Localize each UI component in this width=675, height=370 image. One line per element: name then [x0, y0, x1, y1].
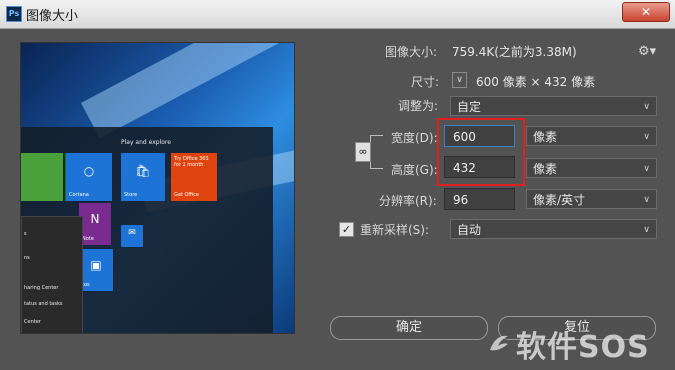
resample-checkbox[interactable]: ✓	[339, 222, 354, 237]
context-menu: s ns haring Center tatus and tasks Cente…	[21, 216, 83, 333]
resample-select[interactable]: 自动 ∨	[450, 219, 657, 239]
link-icon[interactable]: ∞	[355, 142, 371, 162]
constrain-bracket	[370, 135, 383, 169]
photoshop-icon: Ps	[6, 6, 22, 22]
tile-office: Try Office 365 for 1 month Get Office	[171, 153, 217, 201]
title-bar: Ps 图像大小 ✕	[0, 0, 675, 29]
tile-photos: ▣ tos	[79, 249, 113, 291]
photos-icon: ▣	[90, 257, 102, 272]
image-size-label: 图像大小:	[385, 45, 438, 59]
watermark-logo	[490, 335, 508, 351]
tile-game	[21, 153, 63, 201]
width-unit-select[interactable]: 像素 ∨	[526, 126, 657, 146]
store-icon: 🛍	[135, 164, 151, 179]
height-label: 高度(G):	[391, 163, 438, 177]
check-icon: ✓	[341, 223, 352, 236]
image-size-dialog: Ps 图像大小 ✕ Play and explore 👾 ○ Cortana 🛍…	[0, 0, 675, 370]
width-label: 宽度(D):	[391, 131, 438, 145]
chevron-down-icon: ∨	[643, 164, 650, 174]
watermark-text: 软件SOS	[516, 330, 650, 365]
gear-icon[interactable]: ⚙▾	[638, 44, 656, 59]
resolution-unit-select[interactable]: 像素/英寸 ∨	[526, 189, 657, 209]
dialog-title: 图像大小	[26, 9, 79, 24]
highlight-box	[437, 118, 525, 186]
start-section-header: Play and explore	[121, 139, 171, 146]
onenote-icon: N	[90, 211, 100, 226]
cortana-icon: ○	[83, 164, 95, 179]
resample-label: 重新采样(S):	[360, 223, 430, 237]
resolution-input[interactable]: 96	[444, 188, 515, 210]
light-beam	[81, 43, 294, 139]
close-button[interactable]: ✕	[622, 2, 670, 22]
resolution-label: 分辨率(R):	[379, 194, 437, 208]
image-preview[interactable]: Play and explore 👾 ○ Cortana 🛍 Store Try…	[20, 42, 295, 334]
chevron-down-icon: ∨	[643, 102, 650, 112]
chevron-down-icon: ∨	[643, 195, 650, 205]
height-unit-select[interactable]: 像素 ∨	[526, 158, 657, 178]
tile-small: ✉	[121, 225, 143, 247]
tile-store: 🛍 Store	[121, 153, 165, 201]
chevron-down-icon: ∨	[643, 132, 650, 142]
ok-button[interactable]: 确定	[330, 316, 488, 340]
image-size-value: 759.4K(之前为3.38M)	[452, 45, 577, 59]
fit-to-select[interactable]: 自定 ∨	[450, 96, 657, 116]
dimensions-label: 尺寸:	[411, 75, 440, 89]
tile-onenote: N Note	[79, 203, 111, 245]
dimensions-unit-toggle[interactable]: ∨	[452, 72, 467, 88]
chevron-down-icon: ∨	[643, 225, 650, 235]
fit-to-label: 调整为:	[398, 99, 439, 113]
dimensions-value: 600 像素 × 432 像素	[476, 75, 596, 89]
tile-cortana: ○ Cortana	[66, 153, 112, 201]
